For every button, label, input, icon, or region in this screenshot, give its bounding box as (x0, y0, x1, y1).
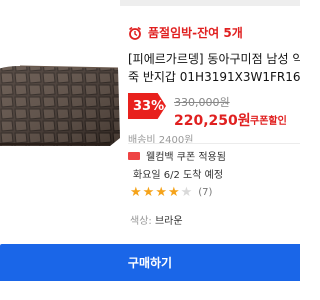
product-image-wallet[interactable] (0, 0, 120, 210)
sale-price: 220,250원 (174, 113, 251, 129)
discount-badge: 33% (128, 93, 166, 119)
discount-percent: 33% (133, 98, 165, 114)
rating[interactable]: ★ ★ ★ ★ ★ (7) (130, 186, 212, 199)
star-icon: ★ (130, 185, 142, 200)
alarm-clock-icon (128, 26, 142, 40)
coupon-notice: 웰컴백 쿠폰 적용됨 (128, 148, 226, 163)
star-icon: ★ (142, 185, 155, 200)
color-label: 색상: (130, 216, 152, 227)
buy-button[interactable]: 구매하기 (0, 244, 300, 281)
product-title: [피에르가르뎅] 동아구미점 남성 악 죽 반지갑 01H3191X3W1FR1… (128, 50, 300, 86)
delivery-estimate: 화요일 6/2 도착 예정 (133, 170, 224, 181)
buy-button-label: 구매하기 (127, 256, 173, 270)
coupon-ticket-icon (128, 151, 140, 160)
star-empty-icon: ★ (180, 185, 193, 200)
star-icon: ★ (167, 185, 180, 200)
bottom-area (0, 281, 300, 300)
stock-notice: 품절임박-잔여 5개 (128, 24, 243, 41)
review-count: (7) (198, 187, 213, 198)
product-title-line2: 죽 반지갑 01H3191X3W1FR163 (128, 70, 300, 84)
divider (128, 143, 300, 144)
wallet-image (0, 0, 120, 210)
coupon-notice-text: 웰컴백 쿠폰 적용됨 (146, 152, 226, 163)
coupon-discount-label: 쿠폰할인 (250, 116, 287, 127)
star-icon: ★ (155, 185, 167, 200)
stock-notice-text: 품절임박-잔여 5개 (148, 26, 243, 40)
product-title-line1: [피에르가르뎅] 동아구미점 남성 악 (128, 52, 300, 66)
color-value: 브라운 (154, 216, 183, 227)
original-price: 330,000원 (174, 96, 230, 109)
color-option[interactable]: 색상: 브라운 (130, 212, 183, 227)
